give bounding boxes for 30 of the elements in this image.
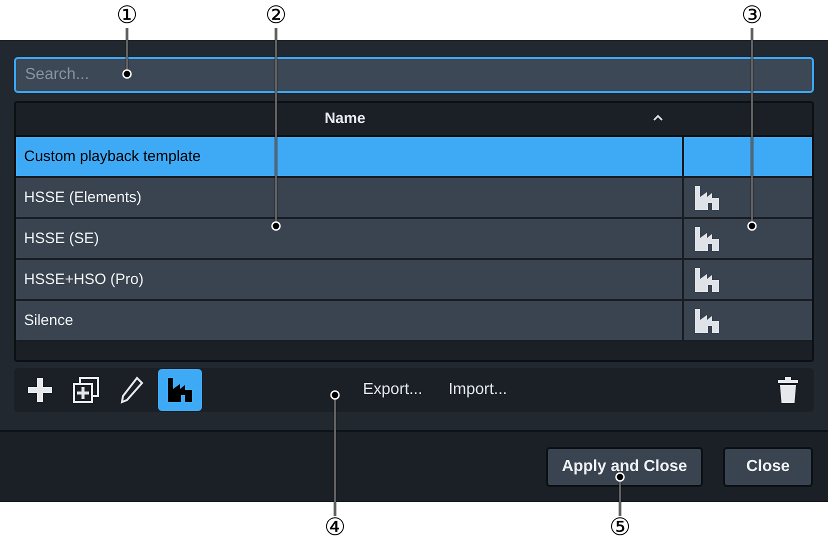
callout-number: ③ (740, 2, 764, 28)
leader-line (122, 28, 132, 79)
search-field[interactable]: Search... (14, 57, 814, 93)
apply-and-close-button[interactable]: Apply and Close (546, 447, 703, 487)
template-row[interactable]: Silence (16, 301, 812, 342)
template-name: HSSE+HSO (Pro) (24, 271, 144, 288)
template-name: HSSE (Elements) (24, 189, 142, 206)
callout-number: ① (115, 2, 139, 28)
template-row[interactable]: HSSE (Elements) (16, 178, 812, 219)
duplicate-icon (72, 376, 100, 404)
close-button[interactable]: Close (723, 447, 813, 487)
leader-line (615, 472, 625, 516)
sort-indicator[interactable] (652, 114, 664, 122)
template-row[interactable]: Custom playback template (16, 137, 812, 178)
callout-number: ④ (323, 514, 347, 540)
pencil-icon (119, 376, 145, 404)
toolbar-link[interactable]: Import... (448, 381, 508, 399)
column-header[interactable]: Name (16, 110, 674, 128)
plus-icon (27, 377, 53, 403)
callout-number: ② (264, 2, 288, 28)
callout-number: ⑤ (608, 514, 632, 540)
template-row[interactable]: HSSE+HSO (Pro) (16, 260, 812, 301)
template-name: HSSE (SE) (24, 230, 100, 247)
toolbar-link[interactable]: Export... (362, 381, 422, 399)
trash-icon (777, 375, 799, 405)
template-name: Silence (24, 312, 74, 329)
template-name: Custom playback template (24, 148, 201, 165)
factory-button[interactable] (158, 369, 202, 411)
factory-icon (167, 377, 193, 403)
template-row[interactable]: HSSE (SE) (16, 219, 812, 260)
